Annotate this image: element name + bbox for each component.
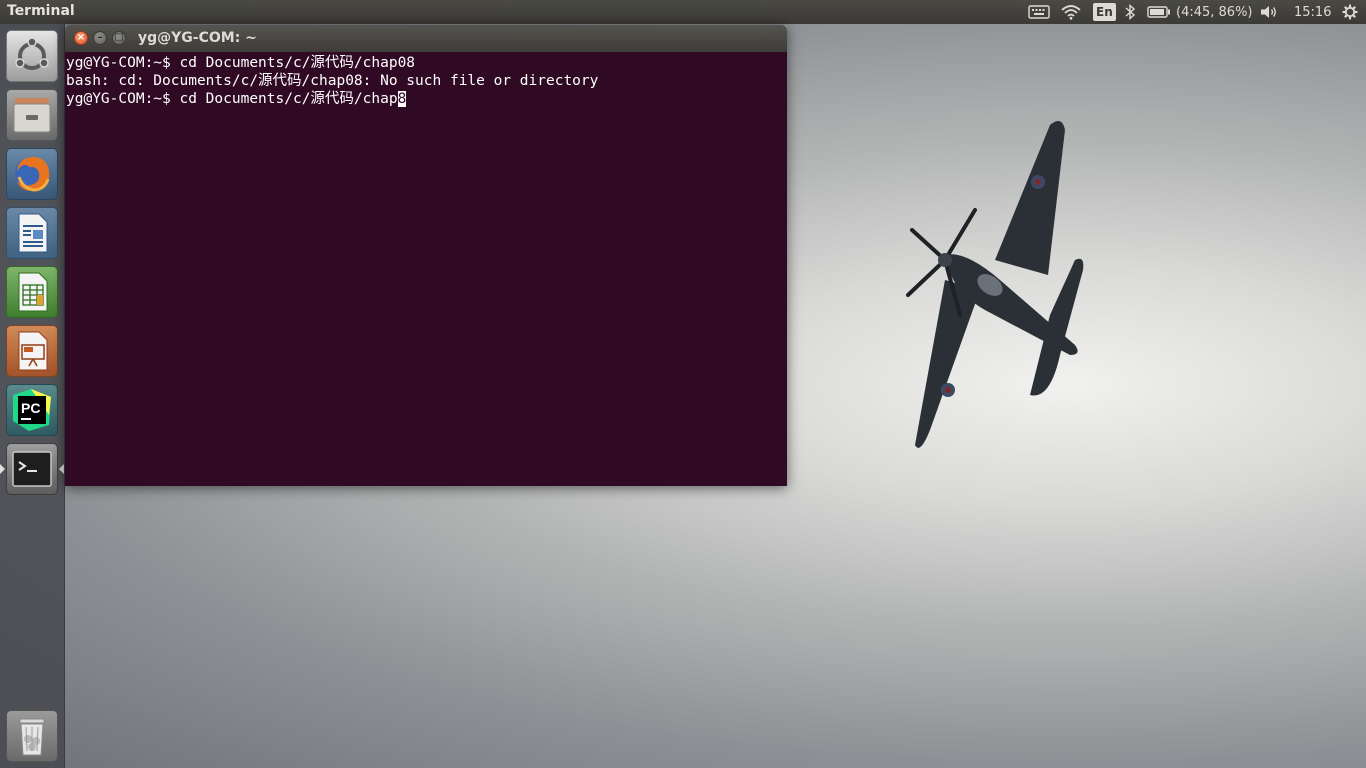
- bluetooth-icon[interactable]: [1124, 0, 1136, 24]
- launcher-item-pycharm[interactable]: PC: [6, 384, 58, 436]
- svg-text:PC: PC: [21, 400, 40, 416]
- firefox-icon: [15, 157, 50, 192]
- window-titlebar[interactable]: × – □ yg@YG-COM: ~: [65, 25, 787, 52]
- gear-icon[interactable]: [1342, 0, 1358, 24]
- battery-icon: [1147, 6, 1170, 18]
- launcher-item-impress[interactable]: [6, 325, 58, 377]
- text-cursor: 8: [397, 91, 407, 107]
- wifi-icon[interactable]: [1060, 0, 1082, 24]
- launcher-item-trash[interactable]: [6, 710, 58, 762]
- window-title: yg@YG-COM: ~: [138, 30, 257, 46]
- file-cabinet-icon: [13, 98, 51, 133]
- active-indicator-left: [0, 464, 5, 474]
- launcher-item-calc[interactable]: [6, 266, 58, 318]
- maximize-button[interactable]: □: [112, 31, 126, 45]
- close-button[interactable]: ×: [74, 31, 88, 45]
- terminal-line: bash: cd: Documents/c/源代码/chap08: No suc…: [66, 73, 599, 89]
- active-indicator-right: [59, 464, 64, 474]
- battery-status: (4:45, 86%): [1176, 4, 1253, 20]
- ubuntu-logo-icon: [15, 37, 49, 70]
- keyboard-icon[interactable]: [1028, 0, 1050, 24]
- current-command: yg@YG-COM:~$ cd Documents/c/源代码/chap: [66, 91, 398, 107]
- close-icon: ×: [76, 32, 86, 43]
- writer-document-icon: [18, 213, 48, 253]
- app-title: Terminal: [7, 3, 75, 19]
- language-label: En: [1093, 3, 1116, 21]
- battery-indicator[interactable]: (4:45, 86%): [1147, 0, 1253, 24]
- terminal-window[interactable]: × – □ yg@YG-COM: ~ yg@YG-COM:~$ cd Docum…: [65, 25, 787, 486]
- top-panel: Terminal En (4:45, 86%) 15:16: [0, 0, 1366, 24]
- trash-icon: [19, 718, 45, 756]
- impress-presentation-icon: [18, 331, 48, 371]
- language-indicator[interactable]: En: [1093, 0, 1116, 24]
- terminal-output[interactable]: yg@YG-COM:~$ cd Documents/c/源代码/chap08 b…: [65, 52, 787, 486]
- pycharm-icon: PC: [13, 389, 51, 431]
- launcher-item-writer[interactable]: [6, 207, 58, 259]
- terminal-icon: [12, 451, 52, 487]
- terminal-prompt-line[interactable]: yg@YG-COM:~$ cd Documents/c/源代码/chap8: [66, 90, 407, 108]
- wallpaper-plane-image: [906, 121, 1084, 448]
- minimize-icon: –: [97, 32, 103, 43]
- clock[interactable]: 15:16: [1294, 0, 1331, 24]
- launcher-item-files[interactable]: [6, 89, 58, 141]
- launcher-item-firefox[interactable]: [6, 148, 58, 200]
- volume-icon[interactable]: [1259, 0, 1279, 24]
- minimize-button[interactable]: –: [93, 31, 107, 45]
- calc-spreadsheet-icon: [18, 272, 48, 312]
- launcher-item-dash[interactable]: [6, 30, 58, 82]
- maximize-icon: □: [114, 32, 124, 43]
- launcher-item-terminal[interactable]: [6, 443, 58, 495]
- launcher: PC: [0, 24, 65, 768]
- terminal-line: yg@YG-COM:~$ cd Documents/c/源代码/chap08: [66, 55, 416, 71]
